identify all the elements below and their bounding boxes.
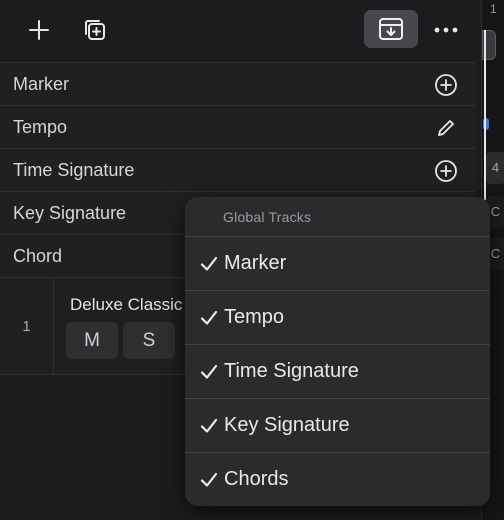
menu-item-label: Key Signature (224, 414, 350, 436)
menu-item-label: Marker (224, 252, 287, 274)
global-tracks-button[interactable] (364, 10, 418, 48)
menu-item-tempo[interactable]: Tempo (185, 291, 490, 345)
mute-button[interactable]: M (66, 322, 118, 359)
pencil-icon (438, 120, 454, 136)
add-marker-button[interactable] (432, 71, 460, 99)
global-tracks-menu: Global Tracks Marker Tempo Time Signatur… (185, 197, 490, 506)
checkmark-icon (200, 256, 218, 271)
menu-header: Global Tracks (185, 197, 490, 237)
global-track-label: Chord (13, 246, 63, 266)
menu-item-chords[interactable]: Chords (185, 453, 490, 506)
menu-item-marker[interactable]: Marker (185, 237, 490, 291)
bar-number: 1 (490, 2, 497, 16)
more-button[interactable] (424, 10, 468, 50)
add-circle-icon (435, 74, 457, 96)
menu-item-label: Chords (224, 468, 289, 490)
global-track-time-signature[interactable]: Time Signature (0, 148, 476, 191)
track-name[interactable]: Deluxe Classic (70, 295, 182, 315)
menu-item-key-signature[interactable]: Key Signature (185, 399, 490, 453)
duplicate-icon (85, 20, 105, 40)
checkmark-icon (200, 364, 218, 379)
tray-download-icon (379, 18, 403, 40)
time-signature-value[interactable]: 4 (486, 152, 504, 184)
playhead[interactable] (484, 30, 486, 200)
menu-item-label: Time Signature (224, 360, 359, 382)
plus-icon (29, 20, 49, 40)
track-number: 1 (0, 278, 54, 375)
checkmark-icon (200, 310, 218, 325)
menu-item-label: Tempo (224, 306, 285, 328)
duplicate-track-button[interactable] (73, 10, 117, 50)
checkmark-icon (200, 418, 218, 433)
global-track-tempo[interactable]: Tempo (0, 105, 476, 148)
ellipsis-icon (434, 27, 458, 33)
menu-item-time-signature[interactable]: Time Signature (185, 345, 490, 399)
global-track-label: Key Signature (13, 203, 127, 223)
checkmark-icon (200, 472, 218, 487)
add-track-button[interactable] (17, 10, 61, 50)
global-track-label: Tempo (13, 117, 68, 137)
solo-button[interactable]: S (123, 322, 175, 359)
global-track-marker[interactable]: Marker (0, 62, 476, 105)
global-track-label: Time Signature (13, 160, 135, 180)
add-time-signature-button[interactable] (432, 157, 460, 185)
toolbar (0, 0, 504, 62)
edit-tempo-button[interactable] (432, 114, 460, 142)
global-track-label: Marker (13, 74, 70, 94)
add-circle-icon (435, 160, 457, 182)
